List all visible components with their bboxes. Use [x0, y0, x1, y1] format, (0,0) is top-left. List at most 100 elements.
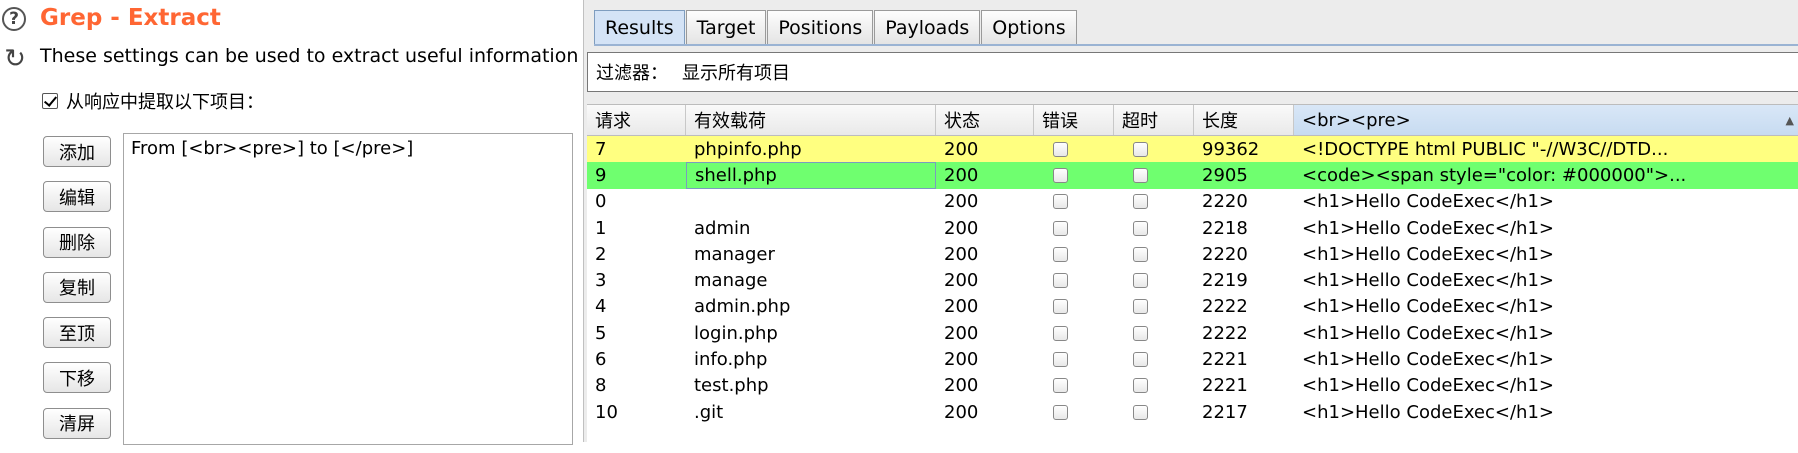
- cell-error: [1034, 267, 1114, 293]
- cell-status: 200: [944, 322, 979, 344]
- cell-timeout: [1114, 346, 1194, 372]
- timeout-checkbox[interactable]: [1132, 325, 1148, 341]
- timeout-checkbox[interactable]: [1132, 167, 1148, 183]
- error-checkbox[interactable]: [1052, 352, 1068, 368]
- results-table: 请求 有效载荷 状态 错误 超时 长度 <br><pre> ▲ 7 phpinfo…: [587, 104, 1798, 443]
- error-checkbox[interactable]: [1052, 220, 1068, 236]
- filter-bar[interactable]: 过滤器： 显示所有项目: [587, 52, 1798, 92]
- cell-length: 2220: [1202, 191, 1248, 213]
- table-row[interactable]: 6 info.php 200 2221 <h1>Hello CodeExec</h1>: [587, 346, 1798, 372]
- table-row[interactable]: 3 manage 200 2219 <h1>Hello CodeExec</h1>: [587, 267, 1798, 293]
- extract-checkbox-row[interactable]: 从响应中提取以下项目：: [42, 88, 264, 114]
- table-row[interactable]: 4 admin.php 200 2222 <h1>Hello CodeExec</h1>: [587, 294, 1798, 320]
- cell-timeout: [1114, 373, 1194, 399]
- move-down-button[interactable]: 下移: [43, 362, 111, 394]
- tab-options[interactable]: Options: [981, 10, 1077, 44]
- error-checkbox[interactable]: [1052, 167, 1068, 183]
- extract-rule-list[interactable]: From [<br><pre>] to [</pre>]: [123, 133, 573, 445]
- cell-timeout: [1114, 399, 1194, 425]
- refresh-icon[interactable]: ↻: [2, 46, 28, 72]
- cell-timeout: [1114, 241, 1194, 267]
- cell-extract: <h1>Hello CodeExec</h1>: [1302, 401, 1554, 423]
- add-button[interactable]: 添加: [43, 136, 111, 167]
- edit-button[interactable]: 编辑: [43, 181, 111, 213]
- table-row[interactable]: 1 admin 200 2218 <h1>Hello CodeExec</h1>: [587, 215, 1798, 241]
- table-row[interactable]: 2 manager 200 2220 <h1>Hello CodeExec</h1>: [587, 241, 1798, 267]
- timeout-checkbox[interactable]: [1132, 246, 1148, 262]
- error-checkbox[interactable]: [1052, 246, 1068, 262]
- column-header-request[interactable]: 请求: [587, 105, 686, 135]
- cell-payload: shell.php: [686, 162, 936, 189]
- section-title: Grep - Extract: [40, 5, 221, 31]
- cell-error: [1034, 346, 1114, 372]
- column-header-status[interactable]: 状态: [936, 105, 1034, 135]
- cell-length: 2220: [1202, 243, 1248, 265]
- table-row[interactable]: 5 login.php 200 2222 <h1>Hello CodeExec</h1>: [587, 320, 1798, 346]
- grep-extract-panel: ? ↻ Grep - Extract These settings can be…: [0, 0, 599, 445]
- timeout-checkbox[interactable]: [1132, 273, 1148, 289]
- timeout-checkbox[interactable]: [1132, 194, 1148, 210]
- error-checkbox[interactable]: [1052, 273, 1068, 289]
- extract-checkbox-label: 从响应中提取以下项目：: [66, 92, 264, 113]
- cell-timeout: [1114, 162, 1194, 188]
- copy-button[interactable]: 复制: [43, 271, 111, 303]
- column-header-timeout[interactable]: 超时: [1114, 105, 1194, 135]
- cell-length: 99362: [1202, 138, 1260, 160]
- cell-timeout: [1114, 267, 1194, 293]
- tab-target[interactable]: Target: [685, 10, 767, 44]
- clear-button[interactable]: 清屏: [43, 407, 111, 439]
- cell-length: 2218: [1202, 217, 1248, 239]
- cell-error: [1034, 373, 1114, 399]
- help-circle-icon[interactable]: ?: [2, 7, 26, 31]
- error-checkbox[interactable]: [1052, 141, 1068, 157]
- cell-payload: manager: [694, 243, 775, 265]
- tab-positions[interactable]: Positions: [767, 10, 874, 44]
- cell-status: 200: [944, 349, 979, 371]
- timeout-checkbox[interactable]: [1132, 404, 1148, 420]
- column-header-error[interactable]: 错误: [1034, 105, 1114, 135]
- table-row[interactable]: 10 .git 200 2217 <h1>Hello CodeExec</h1>: [587, 399, 1798, 425]
- cell-status: 200: [944, 270, 979, 292]
- error-checkbox[interactable]: [1052, 404, 1068, 420]
- cell-status: 200: [944, 217, 979, 239]
- table-row[interactable]: 8 test.php 200 2221 <h1>Hello CodeExec</h1>: [587, 373, 1798, 399]
- list-item[interactable]: From [<br><pre>] to [</pre>]: [124, 134, 572, 163]
- move-top-button[interactable]: 至顶: [43, 317, 111, 349]
- timeout-checkbox[interactable]: [1132, 352, 1148, 368]
- cell-error: [1034, 241, 1114, 267]
- table-row[interactable]: 0 200 2220 <h1>Hello CodeExec</h1>: [587, 189, 1798, 215]
- error-checkbox[interactable]: [1052, 325, 1068, 341]
- table-row[interactable]: 7 phpinfo.php 200 99362 <!DOCTYPE html PUBLI…: [587, 136, 1798, 163]
- cell-payload: admin.php: [694, 296, 791, 318]
- cell-payload: [686, 189, 936, 215]
- cell-payload: manage: [694, 270, 768, 292]
- timeout-checkbox[interactable]: [1132, 378, 1148, 394]
- error-checkbox[interactable]: [1052, 378, 1068, 394]
- cell-extract: <!DOCTYPE html PUBLIC "-//W3C//DTD...: [1302, 138, 1669, 160]
- cell-request: 6: [595, 349, 607, 371]
- cell-extract: <h1>Hello CodeExec</h1>: [1302, 322, 1554, 344]
- cell-extract: <code><span style="color: #000000">...: [1302, 164, 1687, 186]
- column-header-payload[interactable]: 有效载荷: [686, 105, 936, 135]
- column-header-extract[interactable]: <br><pre> ▲: [1294, 105, 1798, 135]
- timeout-checkbox[interactable]: [1132, 220, 1148, 236]
- extract-checkbox[interactable]: [42, 93, 58, 109]
- column-header-length[interactable]: 长度: [1194, 105, 1294, 135]
- error-checkbox[interactable]: [1052, 299, 1068, 315]
- tab-results[interactable]: Results: [594, 10, 685, 44]
- cell-timeout: [1114, 294, 1194, 320]
- timeout-checkbox[interactable]: [1132, 141, 1148, 157]
- cell-request: 7: [595, 138, 607, 160]
- table-row[interactable]: 9 shell.php 200 2905 <code><span style="colo…: [587, 162, 1798, 189]
- timeout-checkbox[interactable]: [1132, 299, 1148, 315]
- tab-payloads[interactable]: Payloads: [874, 10, 981, 44]
- cell-timeout: [1114, 136, 1194, 162]
- cell-error: [1034, 294, 1114, 320]
- cell-error: [1034, 189, 1114, 215]
- cell-request: 2: [595, 243, 607, 265]
- error-checkbox[interactable]: [1052, 194, 1068, 210]
- cell-extract: <h1>Hello CodeExec</h1>: [1302, 270, 1554, 292]
- cell-status: 200: [944, 191, 979, 213]
- delete-button[interactable]: 删除: [43, 226, 111, 258]
- cell-status: 200: [944, 164, 979, 186]
